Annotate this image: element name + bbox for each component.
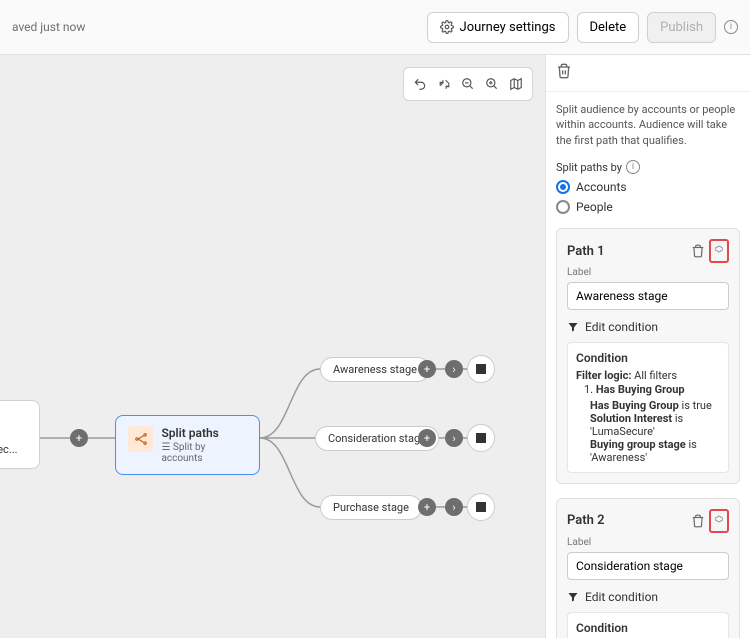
- chevron-awareness[interactable]: ›: [445, 360, 463, 378]
- add-after-awareness[interactable]: +: [418, 360, 436, 378]
- path2-title: Path 2: [567, 513, 605, 528]
- end-node-awareness[interactable]: [467, 355, 495, 383]
- canvas-toolbar: [403, 67, 533, 101]
- branch-label-purchase[interactable]: Purchase stage: [320, 495, 422, 520]
- split-icon: [128, 426, 153, 452]
- path2-cond-title: Condition: [576, 621, 720, 635]
- filter-icon: [567, 591, 579, 603]
- radio-accounts-label: Accounts: [576, 180, 627, 194]
- split-node-title: Split paths: [161, 426, 247, 440]
- radio-accounts[interactable]: Accounts: [556, 180, 740, 194]
- source-line3: umaSec...: [0, 443, 31, 456]
- chevron-consideration[interactable]: ›: [445, 429, 463, 447]
- source-line2: ent: [0, 426, 31, 439]
- panel-body: Split audience by accounts or people wit…: [546, 92, 750, 638]
- info-icon[interactable]: i: [724, 20, 738, 34]
- path1-edit-condition[interactable]: Edit condition: [567, 320, 729, 334]
- top-bar: aved just now Journey settings Delete Pu…: [0, 0, 750, 55]
- end-node-consideration[interactable]: [467, 424, 495, 452]
- radio-accounts-dot: [556, 180, 570, 194]
- split-by-label: Split paths by i: [556, 160, 740, 174]
- add-after-purchase[interactable]: +: [418, 498, 436, 516]
- gear-icon: [440, 20, 454, 34]
- source-line1: ring: [0, 409, 31, 422]
- fit-button[interactable]: [432, 72, 456, 96]
- journey-settings-label: Journey settings: [460, 20, 556, 35]
- split-text: Split paths ☰ Split by accounts: [161, 426, 247, 464]
- journey-settings-button[interactable]: Journey settings: [427, 12, 569, 43]
- path1-reorder: ︿ ﹀: [709, 239, 729, 263]
- publish-button: Publish: [647, 12, 716, 43]
- panel-header: [546, 55, 750, 92]
- publish-label: Publish: [660, 20, 703, 35]
- source-node[interactable]: ring ent umaSec...: [0, 400, 40, 469]
- zoom-out-button[interactable]: [456, 72, 480, 96]
- path2-reorder: ︿ ﹀: [709, 509, 729, 533]
- end-node-purchase[interactable]: [467, 493, 495, 521]
- path2-move-down[interactable]: ﹀: [713, 521, 725, 530]
- path2-edit-condition[interactable]: Edit condition: [567, 590, 729, 604]
- chevron-purchase[interactable]: ›: [445, 498, 463, 516]
- minimap-button[interactable]: [504, 72, 528, 96]
- path1-delete-icon[interactable]: [691, 244, 705, 258]
- path1-label-input[interactable]: [567, 282, 729, 310]
- split-paths-node[interactable]: Split paths ☰ Split by accounts: [115, 415, 260, 475]
- radio-people-label: People: [576, 200, 613, 214]
- path2-label-input[interactable]: [567, 552, 729, 580]
- properties-panel: Split audience by accounts or people wit…: [545, 55, 750, 638]
- path-card-2: Path 2 ︿ ﹀ Label Edit condition: [556, 498, 740, 638]
- add-after-consideration[interactable]: +: [418, 429, 436, 447]
- split-node-subtitle: ☰ Split by accounts: [161, 442, 247, 464]
- delete-node-icon[interactable]: [556, 63, 572, 79]
- radio-people[interactable]: People: [556, 200, 740, 214]
- path1-title: Path 1: [567, 244, 605, 259]
- path-card-1: Path 1 ︿ ﹀ Label Edit condition: [556, 228, 740, 484]
- delete-button[interactable]: Delete: [577, 12, 640, 43]
- filter-icon: [567, 321, 579, 333]
- path1-condition-box: Condition Filter logic: All filters 1. H…: [567, 342, 729, 473]
- path1-cond-title: Condition: [576, 351, 720, 365]
- path1-label-caption: Label: [567, 267, 729, 278]
- path2-edit-label: Edit condition: [585, 590, 658, 604]
- path2-label-caption: Label: [567, 537, 729, 548]
- path1-edit-label: Edit condition: [585, 320, 658, 334]
- path1-move-down[interactable]: ﹀: [713, 251, 725, 260]
- radio-people-dot: [556, 200, 570, 214]
- path2-condition-box: Condition Filter logic: All filters 1. H…: [567, 612, 729, 638]
- undo-button[interactable]: [408, 72, 432, 96]
- panel-description: Split audience by accounts or people wit…: [556, 102, 740, 148]
- add-node-button[interactable]: +: [70, 429, 88, 447]
- delete-label: Delete: [590, 20, 627, 35]
- branch-label-awareness[interactable]: Awareness stage: [320, 357, 430, 382]
- split-by-info-icon[interactable]: i: [626, 160, 640, 174]
- main-area: ring ent umaSec... + Split paths ☰ Split…: [0, 55, 750, 638]
- zoom-in-button[interactable]: [480, 72, 504, 96]
- saved-status: aved just now: [12, 20, 85, 34]
- path2-delete-icon[interactable]: [691, 514, 705, 528]
- top-buttons: Journey settings Delete Publish i: [427, 12, 738, 43]
- journey-canvas[interactable]: ring ent umaSec... + Split paths ☰ Split…: [0, 55, 545, 638]
